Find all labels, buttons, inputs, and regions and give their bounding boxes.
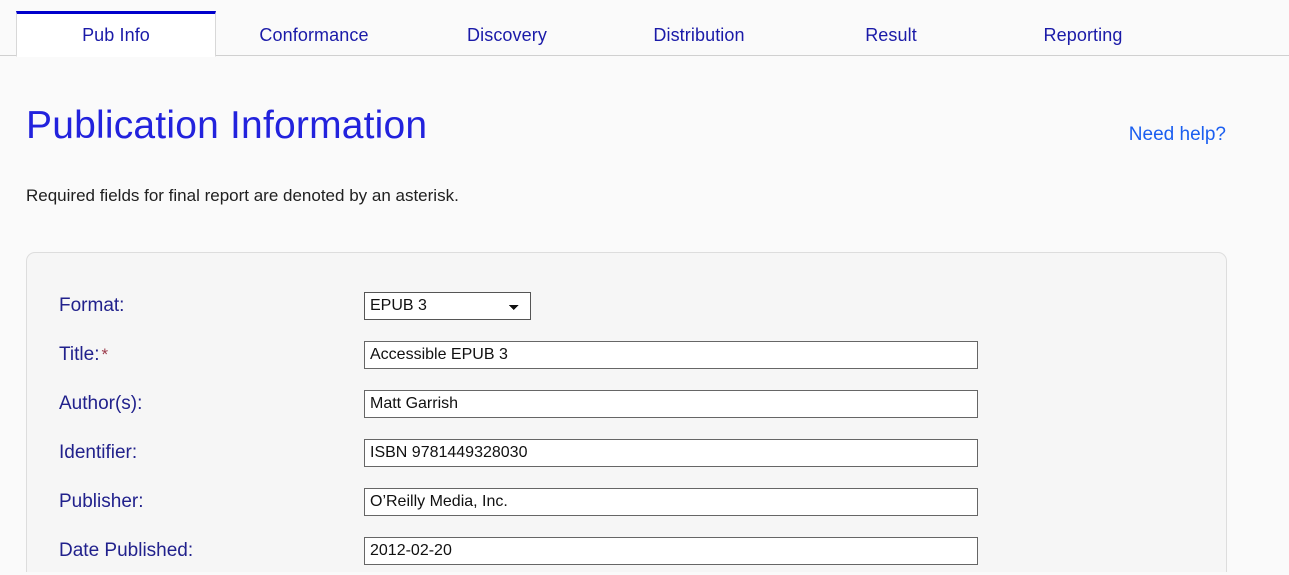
label-text: Format: — [59, 294, 125, 316]
label-text: Date Published: — [59, 539, 194, 561]
tab-discovery[interactable]: Discovery — [412, 11, 602, 56]
tab-pub-info[interactable]: Pub Info — [16, 11, 216, 57]
form-row-format: Format: EPUB 3 — [27, 281, 1226, 330]
tab-result[interactable]: Result — [796, 11, 986, 56]
control-authors — [364, 389, 1226, 418]
label-text: Title: — [59, 343, 100, 365]
tab-reporting[interactable]: Reporting — [986, 11, 1180, 56]
tab-list: Pub Info Conformance Discovery Distribut… — [16, 11, 1180, 57]
tab-distribution[interactable]: Distribution — [602, 11, 796, 56]
form-row-identifier: Identifier: — [27, 428, 1226, 477]
label-text: Author(s): — [59, 392, 143, 414]
control-date-published — [364, 536, 1226, 565]
required-fields-note: Required fields for final report are den… — [26, 186, 459, 205]
required-asterisk: * — [101, 344, 109, 364]
tab-label: Pub Info — [82, 24, 150, 45]
publication-information-form: Format: EPUB 3 Title:* Author(s): Identi… — [26, 252, 1227, 572]
form-row-title: Title: * — [27, 330, 1226, 379]
publisher-input[interactable] — [364, 487, 978, 516]
tab-bar: Pub Info Conformance Discovery Distribut… — [0, 0, 1289, 57]
tab-label: Reporting — [1043, 24, 1123, 45]
label-authors: Author(s): — [27, 393, 364, 415]
label-date-published: Date Published: — [27, 540, 364, 562]
tab-label: Discovery — [467, 24, 547, 45]
tab-label: Conformance — [259, 24, 369, 45]
title-input[interactable] — [364, 340, 978, 369]
need-help-link[interactable]: Need help? — [1129, 124, 1226, 146]
label-text: Identifier: — [59, 441, 138, 463]
label-publisher: Publisher: — [27, 491, 364, 513]
form-row-authors: Author(s): — [27, 379, 1226, 428]
date-published-input[interactable] — [364, 536, 978, 565]
tab-label: Distribution — [653, 24, 745, 45]
control-format: EPUB 3 — [364, 291, 1226, 320]
authors-input[interactable] — [364, 389, 978, 418]
identifier-input[interactable] — [364, 438, 978, 467]
page-title: Publication Information — [26, 104, 428, 147]
label-identifier: Identifier: — [27, 442, 364, 464]
label-text: Publisher: — [59, 490, 144, 512]
form-row-publisher: Publisher: — [27, 477, 1226, 526]
control-publisher — [364, 487, 1226, 516]
format-select[interactable]: EPUB 3 — [364, 291, 531, 320]
control-title — [364, 340, 1226, 369]
tab-conformance[interactable]: Conformance — [216, 11, 412, 56]
control-identifier — [364, 438, 1226, 467]
label-format: Format: — [27, 295, 364, 317]
label-title: Title: * — [27, 344, 364, 366]
tab-label: Result — [865, 24, 917, 45]
